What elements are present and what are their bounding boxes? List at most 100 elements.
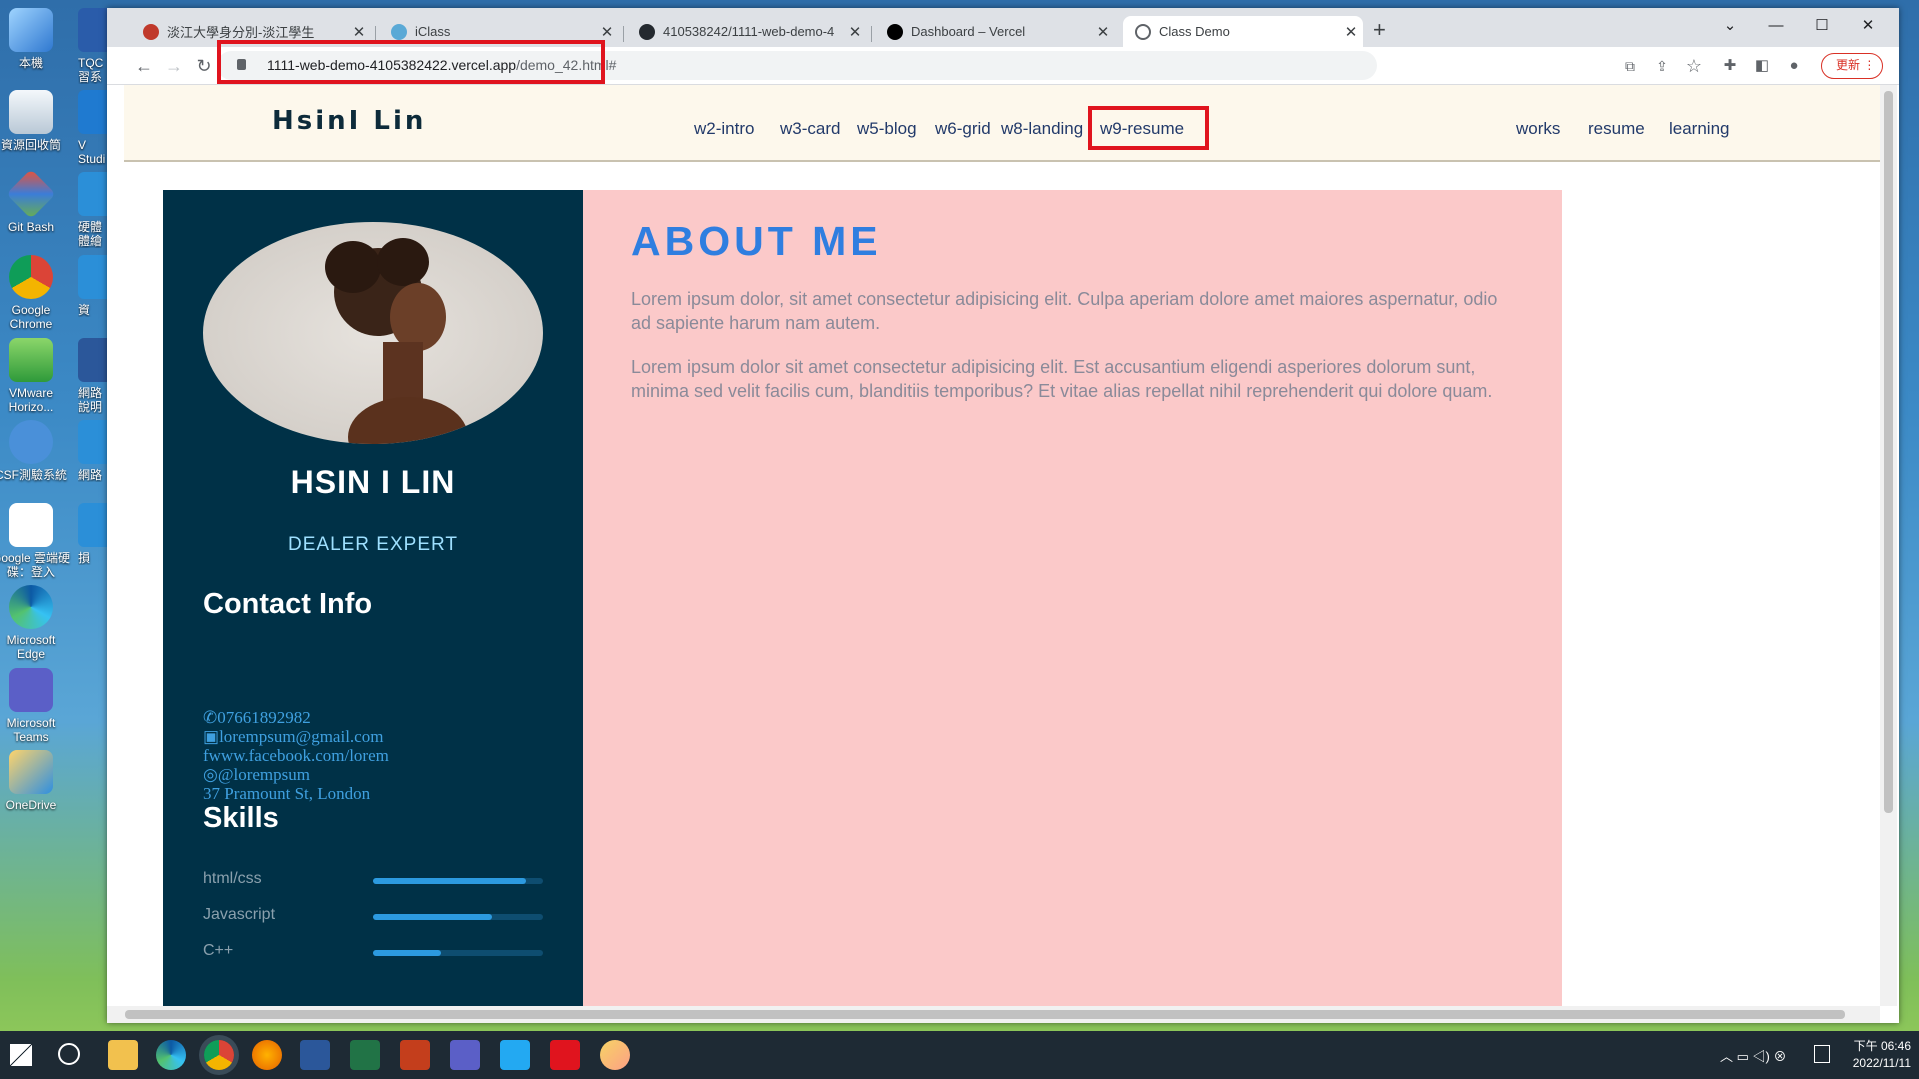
- web-page: HsinI Lin w2-intro w3-card w5-blog w6-gr…: [124, 85, 1880, 1006]
- close-window-button[interactable]: ✕: [1845, 12, 1891, 40]
- taskbar-clock[interactable]: 下午 06:46 2022/11/11: [1835, 1038, 1911, 1072]
- nav-link-works[interactable]: works: [1516, 119, 1560, 139]
- tku-favicon-icon: [143, 23, 159, 40]
- desktop-icon-csf[interactable]: CSF測驗系統: [0, 420, 71, 482]
- visual-studio-icon: [78, 90, 108, 134]
- profile-icon[interactable]: ●: [1781, 53, 1807, 79]
- search-icon[interactable]: [58, 1043, 80, 1065]
- contact-instagram[interactable]: ◎@lorempsum: [203, 765, 389, 784]
- close-tab-icon[interactable]: ✕: [843, 23, 867, 41]
- contact-address: 37 Pramount St, London: [203, 784, 371, 803]
- update-button[interactable]: 更新 ⋮: [1821, 53, 1883, 79]
- teams-icon[interactable]: [450, 1040, 480, 1070]
- globe-icon: [1135, 23, 1151, 40]
- contact-list: ✆07661892982 ▣lorempsum@gmail.com fwww.f…: [203, 708, 389, 803]
- nav-link-w5-blog[interactable]: w5-blog: [857, 119, 917, 139]
- desktop-icon-label: VMware Horizo...: [8, 386, 54, 414]
- desktop-icon-google-drive[interactable]: Google 雲端硬碟：登入: [0, 503, 71, 579]
- notification-icon[interactable]: [1814, 1045, 1830, 1063]
- desktop-icon-label: V Studi: [78, 138, 106, 166]
- desktop-icon-vstudio[interactable]: V Studi: [78, 90, 108, 166]
- csf-icon: [9, 420, 53, 464]
- desktop-icon-network-doc[interactable]: 網路 說明: [78, 338, 108, 414]
- nav-link-w8-landing[interactable]: w8-landing: [1001, 119, 1083, 139]
- extensions-icon[interactable]: ✚: [1717, 53, 1743, 79]
- vscode-icon[interactable]: [500, 1040, 530, 1070]
- acrobat-icon[interactable]: [550, 1040, 580, 1070]
- desktop-icon-tqc[interactable]: TQC 習系: [78, 8, 108, 84]
- edge-shortcut-icon: [78, 503, 108, 547]
- close-tab-icon[interactable]: ✕: [595, 23, 619, 41]
- back-button[interactable]: ←: [131, 53, 157, 79]
- desktop-icon-onedrive[interactable]: OneDrive: [0, 750, 71, 812]
- bookmark-star-icon[interactable]: ☆: [1681, 53, 1707, 79]
- desktop-icon-edge[interactable]: Microsoft Edge: [0, 585, 71, 661]
- tab-search-icon[interactable]: ⌄: [1707, 12, 1753, 40]
- translate-icon[interactable]: ⧉: [1617, 53, 1643, 79]
- word-icon: [78, 338, 108, 382]
- tab-class-demo[interactable]: Class Demo ✕: [1123, 16, 1363, 47]
- close-tab-icon[interactable]: ✕: [1339, 23, 1363, 41]
- nav-link-resume[interactable]: resume: [1588, 119, 1645, 139]
- chrome-icon: [9, 255, 53, 299]
- tab-title: Class Demo: [1159, 24, 1230, 39]
- reload-button[interactable]: ↻: [191, 53, 217, 79]
- close-tab-icon[interactable]: ✕: [347, 23, 371, 41]
- annotation-box-url: [217, 40, 605, 84]
- firefox-icon[interactable]: [252, 1040, 282, 1070]
- desktop-icon-chrome[interactable]: Google Chrome: [0, 255, 71, 331]
- email-icon: ▣: [203, 727, 220, 746]
- desktop-icon-label: TQC 習系: [78, 56, 104, 84]
- desktop-icon-res[interactable]: 資: [78, 255, 108, 317]
- tab-title: Dashboard – Vercel: [911, 24, 1026, 39]
- scrollbar-thumb[interactable]: [125, 1010, 1845, 1019]
- horizontal-scrollbar[interactable]: [107, 1006, 1880, 1023]
- tab-github[interactable]: 410538242/1111-web-demo-4 ✕: [627, 16, 867, 47]
- contact-instagram-text: @lorempsum: [217, 765, 310, 784]
- nav-link-w3-card[interactable]: w3-card: [780, 119, 840, 139]
- edge-icon[interactable]: [156, 1040, 186, 1070]
- contact-facebook[interactable]: fwww.facebook.com/lorem: [203, 746, 389, 765]
- scrollbar-thumb[interactable]: [1884, 91, 1893, 813]
- vertical-scrollbar[interactable]: [1880, 85, 1897, 1006]
- side-panel-icon[interactable]: ◧: [1749, 53, 1775, 79]
- contact-phone[interactable]: ✆07661892982: [203, 708, 389, 727]
- paint-icon[interactable]: [600, 1040, 630, 1070]
- desktop-icon-git-bash[interactable]: Git Bash: [0, 169, 71, 234]
- nav-link-learning[interactable]: learning: [1669, 119, 1730, 139]
- file-explorer-icon[interactable]: [108, 1040, 138, 1070]
- tab-title: 淡江大學身分別-淡江學生: [167, 25, 315, 40]
- edge-shortcut-icon: [78, 255, 108, 299]
- close-tab-icon[interactable]: ✕: [1091, 23, 1115, 41]
- system-tray-icons[interactable]: ︿ ▭ ◁) ⊗: [1720, 1046, 1786, 1065]
- desktop-icon-label: CSF測驗系統: [0, 468, 67, 482]
- powerpoint-icon[interactable]: [400, 1040, 430, 1070]
- edge-shortcut-icon: [78, 420, 108, 464]
- excel-icon[interactable]: [350, 1040, 380, 1070]
- about-paragraph-1: Lorem ipsum dolor, sit amet consectetur …: [631, 289, 1498, 333]
- desktop-icon-teams[interactable]: Microsoft Teams: [0, 668, 71, 744]
- skill-bar-cpp: [373, 950, 543, 956]
- skill-label-html-css: html/css: [203, 870, 262, 887]
- contact-email[interactable]: ▣lorempsum@gmail.com: [203, 727, 389, 746]
- minimize-button[interactable]: —: [1753, 12, 1799, 40]
- desktop-icon-vmware[interactable]: VMware Horizo...: [0, 338, 71, 414]
- contact-facebook-text: www.facebook.com/lorem: [208, 746, 389, 765]
- nav-link-w6-grid[interactable]: w6-grid: [935, 119, 991, 139]
- desktop-icon-label: 資: [78, 303, 91, 317]
- nav-link-w2-intro[interactable]: w2-intro: [694, 119, 754, 139]
- chrome-icon[interactable]: [204, 1040, 234, 1070]
- maximize-button[interactable]: ☐: [1799, 12, 1845, 40]
- share-icon[interactable]: ⇪: [1649, 53, 1675, 79]
- desktop-icon-network[interactable]: 網路: [78, 420, 108, 482]
- desktop-icon-hardware[interactable]: 硬體 體繪: [78, 172, 108, 248]
- desktop-icon-damage[interactable]: 損: [78, 503, 108, 565]
- tab-vercel[interactable]: Dashboard – Vercel ✕: [875, 16, 1115, 47]
- desktop-icon-this-pc[interactable]: 本機: [0, 8, 71, 70]
- desktop-icon-recycle-bin[interactable]: 資源回收筒: [0, 90, 71, 152]
- start-button[interactable]: [10, 1044, 32, 1066]
- word-icon[interactable]: [300, 1040, 330, 1070]
- new-tab-button[interactable]: +: [1373, 19, 1386, 41]
- forward-button[interactable]: →: [161, 53, 187, 79]
- site-brand[interactable]: HsinI Lin: [272, 106, 426, 136]
